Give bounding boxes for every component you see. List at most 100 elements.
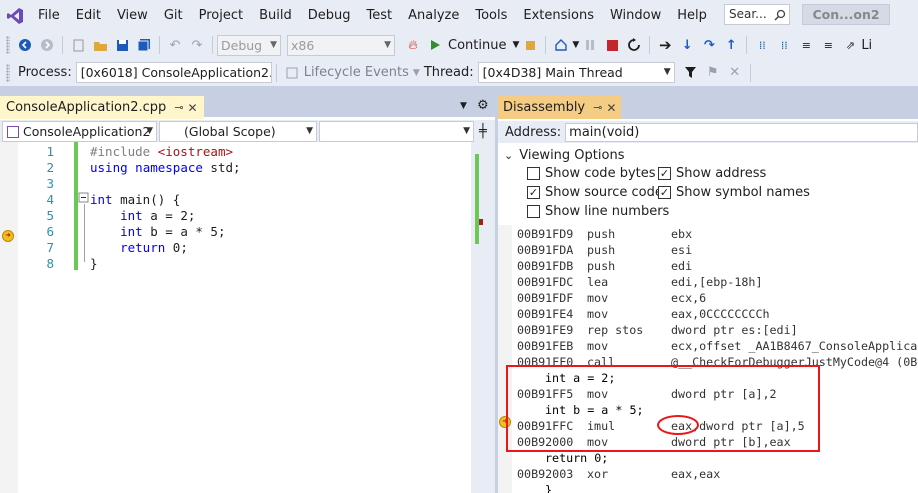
menu-item-project[interactable]: Project (191, 0, 251, 31)
open-folder-icon[interactable] (90, 35, 110, 55)
continue-dropdown-arrow-icon[interactable]: ▼ (512, 40, 519, 50)
new-project-icon[interactable] (68, 35, 88, 55)
collapse-outline-icon[interactable] (78, 192, 90, 204)
menu-item-file[interactable]: File (30, 0, 68, 31)
project-dropdown[interactable]: ConsoleApplication2 ▼ (2, 120, 157, 142)
instruction-row[interactable]: 00B92000 mov dword ptr [b],eax (517, 434, 791, 450)
comment-icon[interactable]: ≡ (796, 35, 816, 55)
show-code-bytes-checkbox[interactable] (527, 167, 540, 180)
diagnostic-tools-icon[interactable] (551, 35, 571, 55)
step-out-icon[interactable]: ↑ (721, 35, 741, 55)
back-icon[interactable] (15, 35, 35, 55)
diagnostic-dropdown-icon[interactable]: ▼ (572, 40, 579, 50)
uncomment-icon[interactable]: ≡ (818, 35, 838, 55)
lifecycle-events-icon[interactable] (282, 63, 302, 83)
save-icon[interactable] (112, 35, 132, 55)
filter-icon[interactable] (681, 63, 701, 83)
code-line[interactable]: using namespace std; (90, 160, 241, 176)
toggle-breakpoint-grid-icon[interactable]: ⁞⁞ (752, 35, 772, 55)
save-all-icon[interactable] (134, 35, 154, 55)
pin-icon[interactable]: ⊸ (593, 101, 602, 114)
show-code-bytes-option[interactable]: Show code bytes (527, 166, 656, 181)
break-all-pause-icon[interactable] (580, 35, 600, 55)
disassembly-margin[interactable] (498, 225, 512, 493)
undo-icon[interactable]: ↶ (165, 35, 185, 55)
lifecycle-events-button[interactable]: Lifecycle Events (304, 65, 409, 80)
code-line[interactable]: int a = 2; (90, 208, 195, 224)
restart-icon[interactable] (624, 35, 644, 55)
menu-item-view[interactable]: View (109, 0, 156, 31)
disassembly-listing[interactable]: 00B91FD9 push ebx 00B91FDA push esi 00B91FDB pu… (498, 225, 918, 493)
tab-consoleapplication2-cpp[interactable]: ConsoleApplication2.cpp ⊸ ✕ (0, 96, 204, 119)
solution-name-button[interactable]: Con...on2 (802, 4, 890, 25)
instruction-row[interactable]: 00B91FF5 mov dword ptr [a],2 (517, 386, 777, 402)
search-box[interactable]: Sear... (724, 4, 790, 25)
viewing-options-toggle[interactable]: ⌄ Viewing Options (504, 148, 624, 163)
show-source-code-checkbox[interactable]: ✓ (527, 186, 540, 199)
show-address-option[interactable]: ✓ Show address (658, 166, 766, 181)
tab-list-dropdown-icon[interactable]: ▼ (460, 101, 467, 111)
show-line-numbers-option[interactable]: Show line numbers (527, 204, 669, 219)
stop-debugging-icon[interactable] (602, 35, 622, 55)
instruction-row[interactable]: 00B91FDC lea edi,[ebp-18h] (517, 274, 762, 290)
step-into-icon[interactable]: ↓ (677, 35, 697, 55)
instruction-row[interactable]: 00B91FDA push esi (517, 242, 692, 258)
settings-gear-icon[interactable]: ⚙ (477, 98, 489, 113)
menu-item-git[interactable]: Git (156, 0, 191, 31)
toolbar-grip[interactable] (6, 63, 10, 82)
close-tab-icon[interactable]: ✕ (606, 101, 616, 115)
split-editor-icon[interactable]: ╪ (479, 124, 487, 139)
continue-play-icon[interactable] (425, 35, 445, 55)
step-over-icon[interactable]: ↷ (699, 35, 719, 55)
code-area[interactable]: ➜ 12345678 #include <iostream> using name… (0, 142, 495, 493)
bookmark-grid-icon[interactable]: ⁞⁞ (774, 35, 794, 55)
hot-reload-icon[interactable]: 🔥︎ (403, 35, 423, 55)
solution-configuration-dropdown[interactable]: Debug ▼ (217, 34, 281, 56)
thread-dropdown[interactable]: [0x4D38] Main Thread ▼ (477, 62, 675, 83)
instruction-row[interactable]: 00B91FEB mov ecx,offset _AA1B8467_ConsoleA… (517, 338, 918, 354)
menu-item-debug[interactable]: Debug (300, 0, 359, 31)
show-symbol-names-option[interactable]: ✓ Show symbol names (658, 185, 810, 200)
menu-item-extensions[interactable]: Extensions (515, 0, 602, 31)
show-symbol-names-checkbox[interactable]: ✓ (658, 186, 671, 199)
show-next-statement-icon[interactable]: ➔ (655, 35, 675, 55)
code-line[interactable]: int main() { (90, 192, 180, 208)
scope-dropdown[interactable]: (Global Scope) ▼ (159, 120, 317, 142)
code-line[interactable]: } (90, 256, 98, 272)
code-line[interactable]: int b = a * 5; (90, 224, 225, 240)
menu-item-tools[interactable]: Tools (467, 0, 515, 31)
show-source-code-option[interactable]: ✓ Show source code (527, 185, 663, 200)
address-input[interactable]: main(void) (565, 122, 918, 142)
breakpoint-margin[interactable] (0, 142, 18, 493)
instruction-row[interactable]: 00B91FF0 call @__CheckForDebuggerJustMyCod… (517, 354, 918, 370)
menu-item-edit[interactable]: Edit (68, 0, 109, 31)
toolbar-grip[interactable] (6, 36, 10, 54)
process-dropdown[interactable]: [0x6018] ConsoleApplication2.e (75, 62, 272, 83)
pin-icon[interactable]: ⊸ (174, 101, 183, 114)
close-tab-icon[interactable]: ✕ (188, 101, 198, 115)
menu-item-test[interactable]: Test (359, 0, 401, 31)
instruction-row[interactable]: 00B91FD9 push ebx (517, 226, 692, 242)
show-line-numbers-checkbox[interactable] (527, 205, 540, 218)
redo-icon[interactable]: ↷ (187, 35, 207, 55)
continue-button[interactable]: Continue (448, 38, 506, 53)
live-share-label[interactable]: Li (861, 38, 872, 53)
instruction-row[interactable]: 00B91FE4 mov eax,0CCCCCCCCh (517, 306, 770, 322)
forward-icon[interactable] (37, 35, 57, 55)
menu-item-window[interactable]: Window (602, 0, 669, 31)
lifecycle-dropdown-icon[interactable]: ▼ (413, 68, 420, 78)
tab-disassembly[interactable]: Disassembly ⊸ ✕ (498, 96, 622, 119)
menu-item-help[interactable]: Help (669, 0, 715, 31)
solution-platform-dropdown[interactable]: x86 ▼ (287, 34, 395, 56)
instruction-row[interactable]: 00B92003 xor eax,eax (517, 466, 720, 482)
menu-item-build[interactable]: Build (251, 0, 300, 31)
show-address-checkbox[interactable]: ✓ (658, 167, 671, 180)
clear-flags-icon[interactable]: ✕ (725, 63, 745, 83)
instruction-row[interactable]: 00B91FDF mov ecx,6 (517, 290, 706, 306)
flag-threads-icon[interactable]: ⚑ (703, 63, 723, 83)
menu-item-analyze[interactable]: Analyze (400, 0, 467, 31)
instruction-row[interactable]: 00B91FFC imul eax,dword ptr [a],5 (517, 418, 805, 434)
code-line[interactable]: return 0; (90, 240, 188, 256)
code-line[interactable]: #include <iostream> (90, 144, 233, 160)
member-dropdown[interactable]: ▼ (319, 120, 474, 142)
